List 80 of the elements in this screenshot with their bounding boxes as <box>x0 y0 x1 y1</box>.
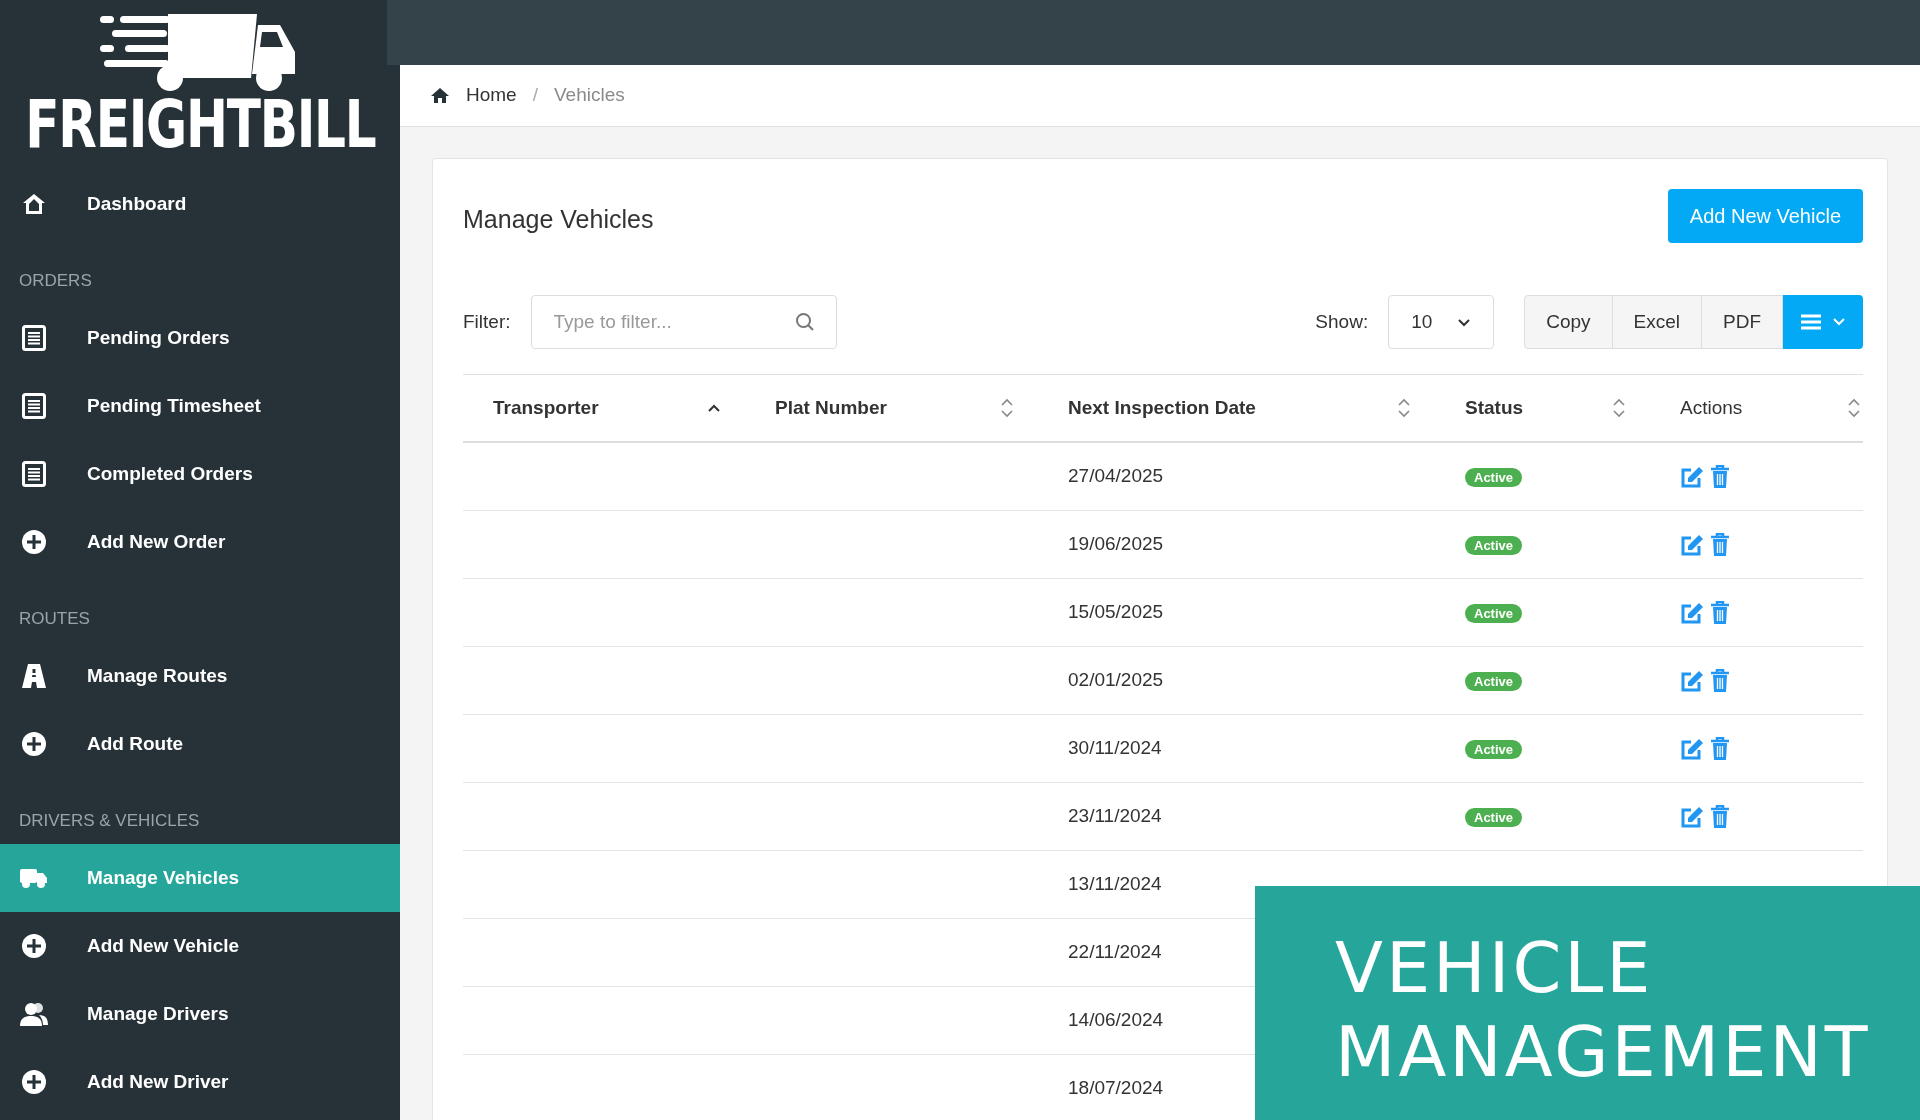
sidebar-item[interactable]: Pending Orders <box>0 304 400 372</box>
status-badge: Active <box>1465 807 1523 827</box>
section-heading: DRIVERS & VEHICLES <box>19 810 200 833</box>
sort-icon <box>1613 398 1625 418</box>
sidebar-item[interactable]: Completed Orders <box>0 440 400 508</box>
sidebar-item[interactable]: Add New Order <box>0 508 400 576</box>
status-badge: Active <box>1465 739 1523 759</box>
status-badge: Active <box>1465 603 1523 623</box>
home-icon <box>21 192 47 216</box>
plus-circle-icon <box>21 731 47 757</box>
column-header[interactable]: Plat Number <box>745 375 1038 441</box>
table-cell: 14/06/2024 <box>1068 1009 1164 1031</box>
menu-icon <box>1801 314 1821 330</box>
trash-icon[interactable] <box>1710 532 1730 557</box>
road-icon <box>21 663 47 689</box>
users-icon <box>19 1001 49 1027</box>
sort-icon <box>1848 398 1860 418</box>
edit-icon[interactable] <box>1680 668 1704 693</box>
filter-label: Filter: <box>463 309 511 334</box>
section-heading: ROUTES <box>19 608 90 631</box>
table-cell: 18/07/2024 <box>1068 1077 1164 1099</box>
table-cell: 02/01/2025 <box>1068 669 1164 691</box>
edit-icon[interactable] <box>1680 736 1704 761</box>
sidebar-item[interactable]: Add New Vehicle <box>0 912 400 980</box>
page-title: Manage Vehicles <box>463 204 654 235</box>
breadcrumb-separator: / <box>532 83 538 108</box>
trash-icon[interactable] <box>1710 804 1730 829</box>
document-icon <box>22 461 46 487</box>
plus-circle-icon <box>21 529 47 555</box>
sort-ascending-icon <box>708 404 720 412</box>
plus-circle-icon <box>21 1069 47 1095</box>
edit-icon[interactable] <box>1680 532 1704 557</box>
sort-icon <box>1398 398 1410 418</box>
column-menu-button[interactable] <box>1783 295 1863 349</box>
document-icon <box>22 393 46 419</box>
section-heading: ORDERS <box>19 270 92 293</box>
sidebar-item[interactable]: Dashboard <box>0 170 400 238</box>
table-cell: 27/04/2025 <box>1068 465 1164 487</box>
show-label: Show: <box>1315 309 1369 334</box>
table-cell: 19/06/2025 <box>1068 533 1164 555</box>
trash-icon[interactable] <box>1710 464 1730 489</box>
search-icon <box>794 312 815 332</box>
column-header[interactable]: Status <box>1435 375 1650 441</box>
sidebar-item[interactable]: Pending Timesheet <box>0 372 400 440</box>
truck-icon <box>20 867 48 889</box>
table-cell: 23/11/2024 <box>1068 805 1162 827</box>
export-button[interactable]: PDF <box>1701 295 1783 349</box>
document-icon <box>22 325 46 351</box>
table-cell: 30/11/2024 <box>1068 737 1162 759</box>
sidebar-item[interactable]: Manage Drivers <box>0 980 400 1048</box>
sidebar-item[interactable]: Add Route <box>0 710 400 778</box>
page-size-select[interactable]: 10 <box>1388 295 1495 349</box>
sidebar-item[interactable]: Manage Routes <box>0 642 400 710</box>
column-header[interactable]: Next Inspection Date <box>1038 375 1435 441</box>
logo-text: FREIGHTBILL <box>24 92 376 158</box>
status-badge: Active <box>1465 535 1523 555</box>
column-header[interactable]: Transporter <box>463 375 745 441</box>
edit-icon[interactable] <box>1680 804 1704 829</box>
table-cell: 22/11/2024 <box>1068 941 1162 963</box>
breadcrumb-link[interactable]: Home <box>466 81 517 110</box>
trash-icon[interactable] <box>1710 736 1730 761</box>
edit-icon[interactable] <box>1680 464 1704 489</box>
table-cell: 15/05/2025 <box>1068 601 1164 623</box>
sidebar-item[interactable]: Add New Driver <box>0 1048 400 1116</box>
plus-circle-icon <box>21 933 47 959</box>
status-badge: Active <box>1465 467 1523 487</box>
sort-icon <box>1001 398 1013 418</box>
column-header[interactable]: Actions <box>1650 375 1885 441</box>
chevron-down-icon <box>1457 317 1472 327</box>
status-badge: Active <box>1465 671 1523 691</box>
chevron-down-icon <box>1833 318 1845 326</box>
search-field[interactable]: Type to filter... <box>530 295 837 349</box>
trash-icon[interactable] <box>1710 668 1730 693</box>
export-button[interactable]: Copy <box>1524 295 1613 349</box>
home-icon <box>430 87 450 104</box>
trash-icon[interactable] <box>1710 600 1730 625</box>
banner-title: VEHICLE MANAGEMENT <box>1335 926 1872 1094</box>
export-button[interactable]: Excel <box>1611 295 1702 349</box>
edit-icon[interactable] <box>1680 600 1704 625</box>
table-cell: 13/11/2024 <box>1068 873 1162 895</box>
